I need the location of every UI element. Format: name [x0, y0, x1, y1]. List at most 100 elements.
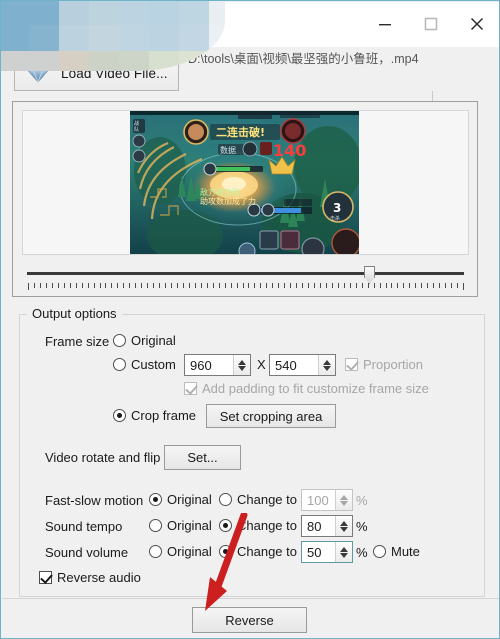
trackbar-tick [100, 283, 101, 288]
spinner-down-icon[interactable] [340, 526, 348, 532]
volume-value-spinner[interactable]: 50 [301, 541, 353, 563]
trackbar-tick [88, 283, 89, 288]
radio-volume-mute[interactable]: Mute [373, 544, 420, 559]
radio-crop-frame-label: Crop frame [131, 408, 197, 423]
trackbar-tick [52, 283, 53, 288]
trackbar-tick [82, 283, 83, 288]
trackbar-tick [350, 283, 351, 288]
trackbar-tick [189, 283, 190, 288]
trackbar-tick [397, 283, 398, 288]
reverse-button-label: Reverse [225, 612, 274, 628]
trackbar-tick [129, 283, 130, 288]
motion-value[interactable]: 100 [302, 493, 335, 508]
footer-bar: Reverse [2, 598, 499, 638]
trackbar-tick [451, 283, 452, 288]
radio-frame-original[interactable]: Original [113, 333, 176, 348]
radio-indicator [149, 519, 162, 532]
maximize-button[interactable] [408, 2, 454, 46]
minimize-icon [379, 24, 391, 26]
checkbox-reverse-audio[interactable]: Reverse audio [39, 570, 141, 585]
left-hud: 战 队 [132, 119, 146, 163]
radio-volume-change[interactable]: Change to [219, 544, 297, 559]
trackbar-tick [34, 283, 35, 288]
trackbar-tick [46, 283, 47, 288]
svg-text:二连击破!: 二连击破! [216, 125, 265, 139]
trackbar-tick [201, 283, 202, 288]
trackbar-tick [445, 283, 446, 288]
trackbar-tick [111, 283, 112, 288]
radio-frame-custom[interactable]: Custom [113, 357, 176, 372]
trackbar-tick [195, 283, 196, 288]
checkbox-proportion[interactable]: Proportion [345, 357, 423, 372]
close-button[interactable] [454, 2, 499, 46]
video-preview-panel: 二连击破! 数据 140 敌方被击败 助攻数加成了力 战 队 3 击杀 [12, 101, 478, 297]
radio-volume-original[interactable]: Original [149, 544, 212, 559]
spinner-up-icon[interactable] [238, 359, 246, 365]
radio-tempo-original-label: Original [167, 518, 212, 533]
preview-canvas: 二连击破! 数据 140 敌方被击败 助攻数加成了力 战 队 3 击杀 [22, 110, 469, 255]
spinner-arrows[interactable] [318, 355, 335, 375]
trackbar-tick [153, 283, 154, 288]
radio-volume-original-label: Original [167, 544, 212, 559]
trackbar-tick [64, 283, 65, 288]
spinner-arrows[interactable] [335, 516, 352, 536]
svg-text:数据: 数据 [220, 145, 236, 155]
spinner-up-icon[interactable] [323, 359, 331, 365]
spinner-down-icon[interactable] [340, 552, 348, 558]
svg-text:3: 3 [333, 201, 341, 215]
spinner-down-icon[interactable] [323, 365, 331, 371]
motion-value-spinner[interactable]: 100 [301, 489, 353, 511]
trackbar-tick [94, 283, 95, 288]
tempo-value-spinner[interactable]: 80 [301, 515, 353, 537]
load-video-file-button[interactable]: Load Video File... [14, 55, 179, 91]
tempo-value[interactable]: 80 [302, 519, 335, 534]
rotate-flip-label: Video rotate and flip [45, 450, 161, 465]
spinner-down-icon[interactable] [340, 500, 348, 506]
radio-motion-original[interactable]: Original [149, 492, 212, 507]
video-position-trackbar[interactable] [22, 265, 469, 291]
trackbar-tick [332, 283, 333, 288]
rotate-flip-set-button[interactable]: Set... [164, 445, 241, 470]
trackbar-tick [386, 283, 387, 288]
radio-tempo-change[interactable]: Change to [219, 518, 297, 533]
svg-text:击杀: 击杀 [330, 215, 340, 222]
radio-indicator [373, 545, 386, 558]
trackbar-tick [135, 283, 136, 288]
spinner-up-icon[interactable] [340, 494, 348, 500]
radio-volume-mute-label: Mute [391, 544, 420, 559]
trackbar-thumb[interactable] [364, 266, 375, 284]
radio-tempo-original[interactable]: Original [149, 518, 212, 533]
radio-indicator [219, 493, 232, 506]
minimize-button[interactable] [362, 2, 408, 46]
frame-width-spinner[interactable]: 960 [184, 354, 251, 376]
trackbar-tick [320, 283, 321, 288]
radio-indicator [113, 409, 126, 422]
title-bar [2, 2, 499, 48]
spinner-down-icon[interactable] [238, 365, 246, 371]
radio-frame-custom-label: Custom [131, 357, 176, 372]
spinner-arrows[interactable] [233, 355, 250, 375]
toolbar: Load Video File... D:\tools\桌面\视频\最坚强的小鲁… [2, 47, 499, 105]
frame-width-value[interactable]: 960 [185, 358, 233, 373]
trackbar-tick [266, 283, 267, 288]
checkbox-add-padding[interactable]: Add padding to fit customize frame size [184, 381, 429, 396]
trackbar-tick [165, 283, 166, 288]
trackbar-tick [290, 283, 291, 288]
spinner-arrows[interactable] [335, 490, 352, 510]
radio-crop-frame[interactable]: Crop frame [113, 408, 196, 423]
trackbar-tick [463, 283, 464, 290]
video-frame: 二连击破! 数据 140 敌方被击败 助攻数加成了力 战 队 3 击杀 [130, 111, 359, 254]
spinner-arrows[interactable] [335, 542, 352, 562]
reverse-button[interactable]: Reverse [192, 607, 307, 633]
trackbar-tick [117, 283, 118, 288]
set-cropping-area-button[interactable]: Set cropping area [206, 404, 336, 428]
frame-height-spinner[interactable]: 540 [269, 354, 336, 376]
frame-height-value[interactable]: 540 [270, 358, 318, 373]
trackbar-ticks [28, 283, 464, 290]
spinner-up-icon[interactable] [340, 546, 348, 552]
volume-value[interactable]: 50 [302, 545, 335, 560]
spinner-up-icon[interactable] [340, 520, 348, 526]
trackbar-tick [296, 283, 297, 288]
radio-motion-change[interactable]: Change to [219, 492, 297, 507]
radio-motion-original-label: Original [167, 492, 212, 507]
